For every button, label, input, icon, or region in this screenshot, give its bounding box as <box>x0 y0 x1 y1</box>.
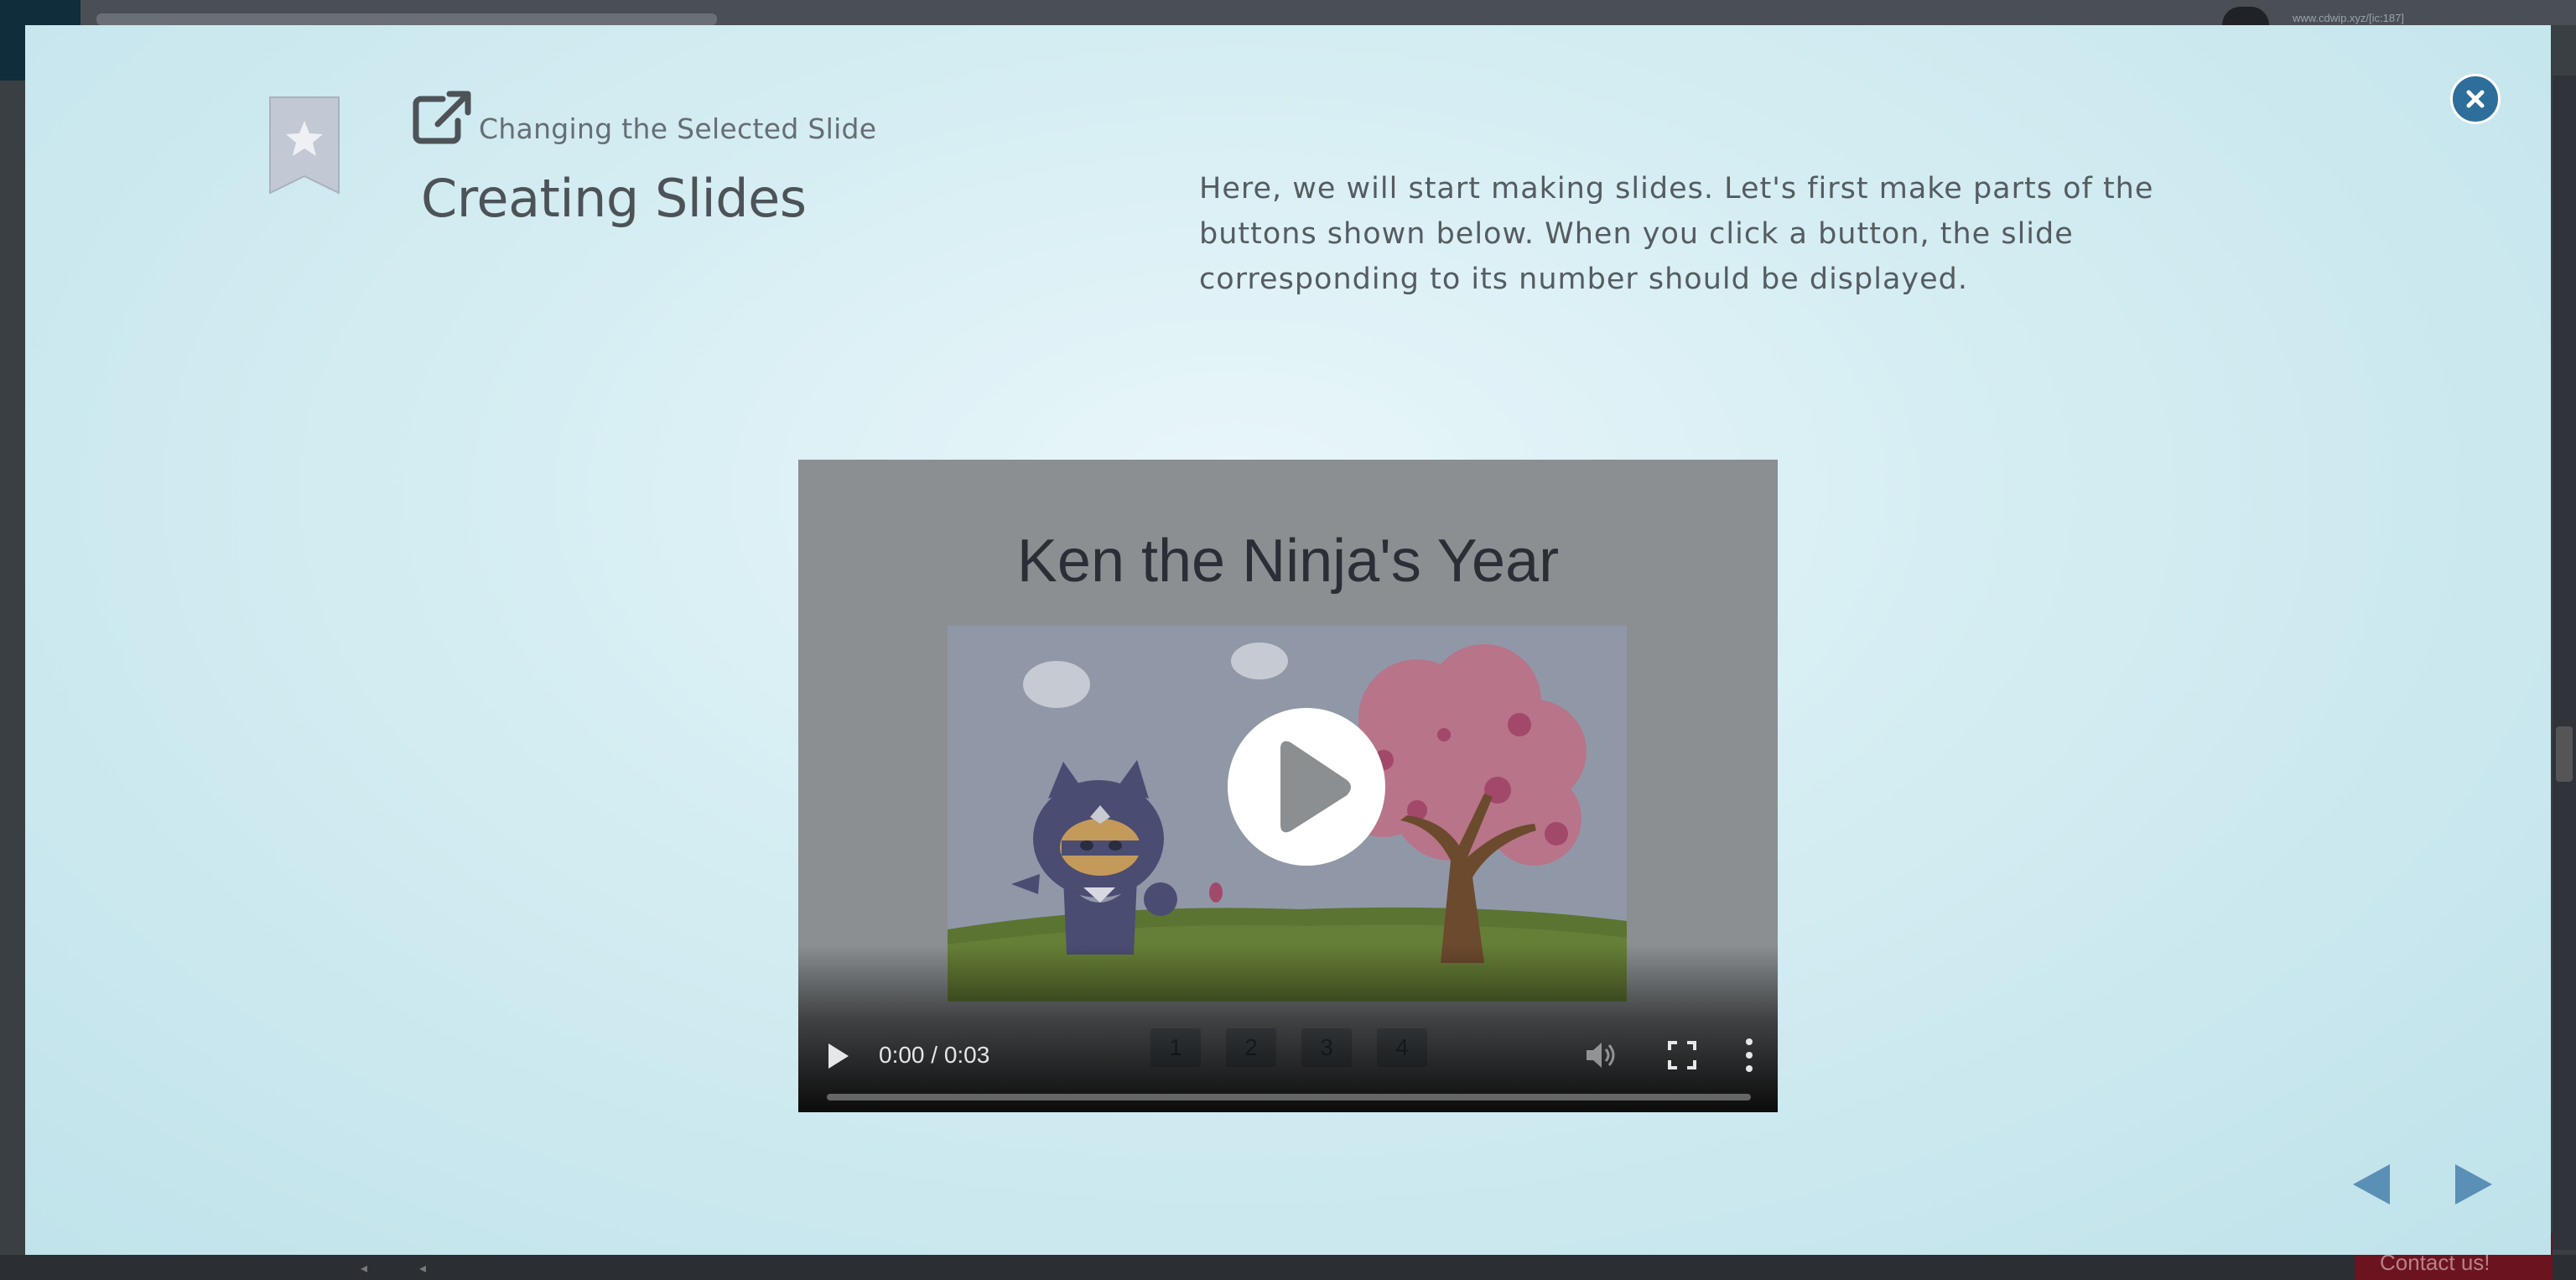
external-link-icon <box>413 91 471 144</box>
background-scroll-left-icon: ◂ <box>361 1260 368 1276</box>
page-title: Creating Slides <box>421 168 807 229</box>
more-options-button[interactable] <box>1744 1037 1754 1074</box>
play-icon <box>1280 741 1351 833</box>
video-time: 0:00 / 0:03 <box>879 1042 990 1068</box>
lesson-modal: Changing the Selected Slide Creating Sli… <box>25 25 2551 1255</box>
play-icon <box>828 1043 849 1069</box>
background-bottom-bar <box>0 1255 2576 1280</box>
previous-page-button[interactable] <box>2351 1163 2392 1206</box>
triangle-left-icon <box>2353 1164 2390 1205</box>
background-user-text: www.cdwip.xyz/[ic:187] <box>2293 12 2404 24</box>
bookmark-star-icon <box>269 96 340 195</box>
big-play-button[interactable] <box>1228 708 1385 866</box>
background-scrollbar <box>2553 75 2576 1250</box>
lesson-subtitle: Changing the Selected Slide <box>479 112 877 145</box>
video-player[interactable]: Ken the Ninja's Year 0:00 / 0:03 <box>798 460 1778 1112</box>
video-progress-bar[interactable] <box>827 1094 1751 1100</box>
triangle-right-icon <box>2455 1164 2492 1205</box>
fullscreen-icon <box>1668 1041 1696 1069</box>
background-scroll-left-icon: ◂ <box>419 1260 427 1276</box>
background-search-bar <box>96 13 717 25</box>
volume-icon <box>1587 1043 1615 1068</box>
fullscreen-button[interactable] <box>1667 1040 1697 1070</box>
next-page-button[interactable] <box>2454 1163 2494 1206</box>
close-icon <box>2466 90 2485 108</box>
lesson-description: Here, we will start making slides. Let's… <box>1199 172 2154 296</box>
volume-button[interactable] <box>1583 1038 1617 1072</box>
background-scrollbar-thumb <box>2556 726 2573 782</box>
video-controls-overlay <box>798 944 1778 1112</box>
more-vertical-icon <box>1746 1038 1753 1072</box>
video-frame-title: Ken the Ninja's Year <box>1016 528 1560 595</box>
control-play-button[interactable] <box>825 1042 850 1070</box>
close-button[interactable] <box>2450 74 2501 124</box>
bookmark-button[interactable] <box>268 96 340 195</box>
external-link-button[interactable] <box>413 91 471 144</box>
